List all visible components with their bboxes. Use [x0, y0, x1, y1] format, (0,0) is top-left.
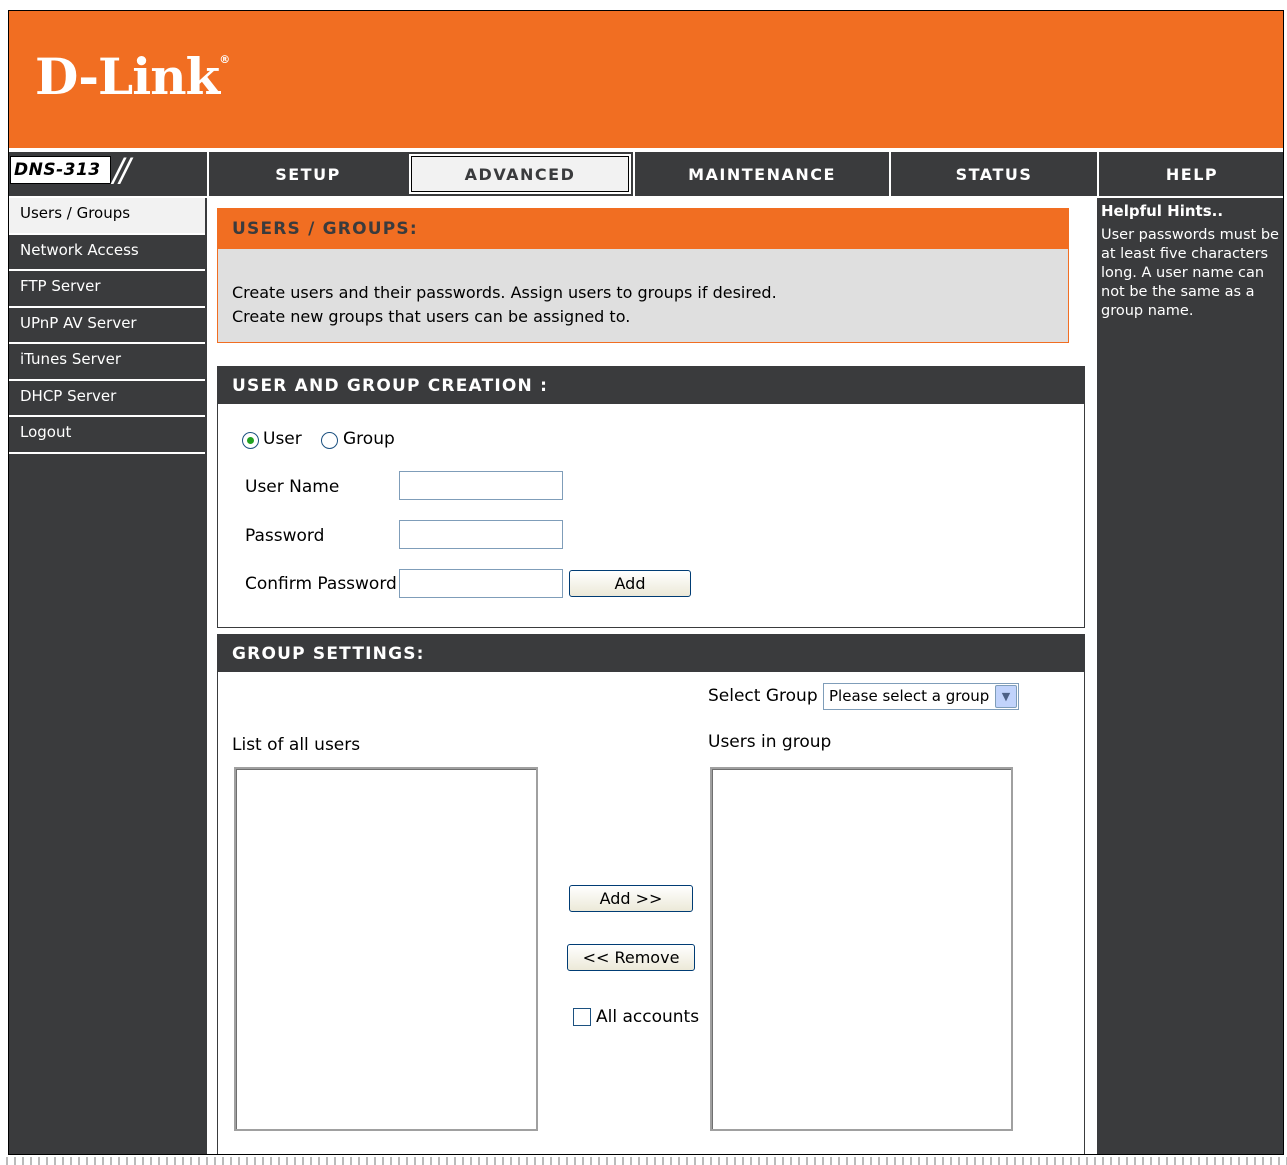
dlink-logo: D-Link®: [35, 47, 230, 106]
app-frame: D-Link® DNS-313 // SETUP ADVANCED MAINTE…: [8, 10, 1284, 1155]
confirm-password-label: Confirm Password: [245, 574, 397, 594]
select-group-dropdown[interactable]: Please select a group ▼: [823, 683, 1019, 710]
list-all-users-label: List of all users: [232, 735, 361, 755]
password-input[interactable]: [399, 520, 563, 549]
sidebar-item-upnp-av-server[interactable]: UPnP AV Server: [9, 308, 205, 344]
all-accounts-label: All accounts: [596, 1007, 700, 1027]
help-body: User passwords must be at least five cha…: [1101, 227, 1279, 319]
select-group-label: Select Group: [708, 686, 818, 706]
tab-setup[interactable]: SETUP: [207, 152, 407, 196]
all-users-listbox[interactable]: [234, 767, 538, 1131]
help-sidebar: Helpful Hints.. User passwords must be a…: [1097, 198, 1283, 1154]
main-content: USERS / GROUPS: Create users and their p…: [207, 196, 1097, 1154]
sidebar-item-ftp-server[interactable]: FTP Server: [9, 271, 205, 308]
tab-advanced[interactable]: ADVANCED: [407, 152, 633, 196]
sidebar-item-users-groups[interactable]: Users / Groups: [9, 198, 205, 235]
sidebar-item-dhcp-server[interactable]: DHCP Server: [9, 381, 205, 417]
user-group-creation-panel: USER AND GROUP CREATION : User Group Use…: [217, 366, 1085, 628]
intro-line-2: Create new groups that users can be assi…: [232, 307, 631, 326]
header-banner: D-Link®: [9, 11, 1283, 148]
tab-maintenance[interactable]: MAINTENANCE: [633, 152, 889, 196]
model-badge: DNS-313 //: [9, 151, 207, 196]
model-label: DNS-313: [10, 156, 111, 184]
nav-bar: DNS-313 // SETUP ADVANCED MAINTENANCE ST…: [9, 151, 1283, 196]
sidebar-item-logout[interactable]: Logout: [9, 417, 205, 454]
username-label: User Name: [245, 477, 340, 497]
intro-body: Create users and their passwords. Assign…: [218, 249, 1068, 329]
help-title: Helpful Hints..: [1101, 202, 1224, 220]
user-radio-label: User: [263, 429, 302, 449]
password-label: Password: [245, 526, 325, 546]
creation-title: USER AND GROUP CREATION :: [218, 367, 1084, 404]
add-to-group-button[interactable]: Add >>: [569, 885, 693, 912]
group-settings-panel: GROUP SETTINGS: Select Group Please sele…: [217, 634, 1085, 1154]
group-radio[interactable]: [321, 432, 338, 449]
select-group-value: Please select a group: [829, 687, 990, 705]
registered-mark: ®: [219, 53, 230, 66]
sidebar-item-network-access[interactable]: Network Access: [9, 235, 205, 271]
confirm-password-input[interactable]: [399, 569, 563, 598]
users-in-group-label: Users in group: [708, 732, 832, 752]
intro-line-1: Create users and their passwords. Assign…: [232, 283, 777, 302]
sidebar-item-itunes-server[interactable]: iTunes Server: [9, 344, 205, 381]
user-radio[interactable]: [242, 432, 259, 449]
all-accounts-checkbox[interactable]: [573, 1008, 591, 1026]
group-settings-title: GROUP SETTINGS:: [218, 635, 1084, 672]
group-users-listbox[interactable]: [710, 767, 1013, 1131]
username-input[interactable]: [399, 471, 563, 500]
group-radio-label: Group: [343, 429, 395, 449]
intro-panel: USERS / GROUPS: Create users and their p…: [217, 208, 1069, 343]
page-bottom-edge: [0, 1157, 1287, 1165]
tab-status[interactable]: STATUS: [889, 152, 1097, 196]
chevron-down-icon[interactable]: ▼: [995, 685, 1017, 708]
add-user-button[interactable]: Add: [569, 570, 691, 597]
tab-help[interactable]: HELP: [1097, 152, 1283, 196]
tab-advanced-label: ADVANCED: [411, 156, 629, 192]
remove-from-group-button[interactable]: << Remove: [567, 944, 695, 971]
model-slashes: //: [113, 151, 130, 189]
sidebar: Users / Groups Network Access FTP Server…: [9, 198, 207, 1154]
intro-title: USERS / GROUPS:: [218, 209, 1068, 249]
